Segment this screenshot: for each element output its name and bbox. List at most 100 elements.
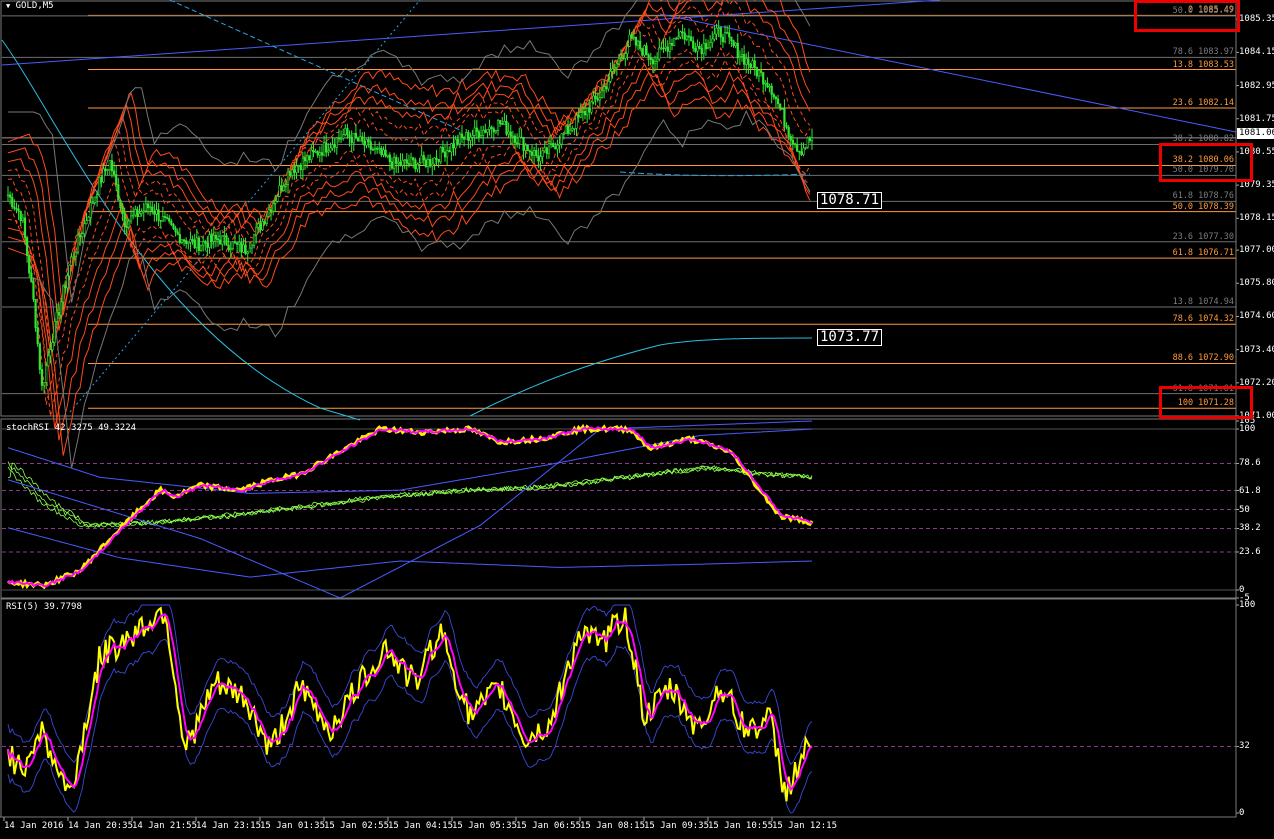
- candle-body: [596, 98, 599, 101]
- candle-body: [361, 136, 364, 142]
- candle-body: [81, 233, 84, 237]
- candle-body: [499, 120, 502, 124]
- candle-body: [656, 58, 659, 62]
- candle-body: [348, 134, 351, 138]
- candle-body: [435, 157, 438, 160]
- candle-body: [342, 134, 345, 139]
- candle-body: [503, 121, 506, 125]
- price-box-upper[interactable]: 1078.71: [817, 192, 883, 209]
- candle-body: [505, 121, 508, 135]
- stoch-signal-line: [7, 423, 814, 590]
- candle-body: [660, 47, 663, 50]
- candle-body: [303, 157, 307, 162]
- candle-body: [664, 46, 667, 49]
- candle-body: [484, 129, 487, 133]
- candle-body: [280, 185, 283, 191]
- x-tick-label: 15 Jan 09:35: [644, 821, 710, 831]
- candle-body: [233, 241, 237, 244]
- candle-body: [681, 31, 684, 34]
- candle-body: [195, 237, 198, 248]
- candle-body: [641, 48, 644, 56]
- candle-body: [776, 98, 780, 105]
- candle-body: [123, 212, 126, 228]
- ma-line: [469, 337, 813, 417]
- fib-label: 50.0 1078.39: [1172, 201, 1234, 212]
- candle-body: [751, 60, 754, 68]
- candle-body: [129, 215, 133, 222]
- rsi-band-line: [7, 604, 813, 766]
- candle-body: [187, 242, 190, 244]
- candle-body: [747, 58, 750, 65]
- y-tick-label: 61.8: [1239, 485, 1261, 496]
- triangle-down-icon[interactable]: ▼: [6, 2, 10, 10]
- candle-body: [426, 159, 430, 168]
- candle-body: [367, 139, 370, 142]
- y-tick-label: 78.6: [1239, 458, 1261, 469]
- candle-body: [180, 239, 184, 244]
- candle-body: [51, 342, 54, 350]
- candle-body: [757, 70, 761, 77]
- candle-body: [320, 152, 324, 156]
- candle-body: [441, 147, 444, 153]
- candle-body: [390, 161, 394, 169]
- candle-body: [204, 241, 207, 244]
- candle-body: [460, 133, 464, 138]
- bollinger-band: [8, 0, 811, 303]
- candle-body: [740, 54, 744, 57]
- candle-body: [45, 365, 48, 383]
- candle-body: [658, 47, 661, 60]
- candle-body: [467, 132, 470, 141]
- candle-body: [30, 272, 33, 283]
- candle-body: [477, 131, 481, 138]
- candle-body: [257, 223, 260, 228]
- y-tick-label: 1075.80: [1239, 278, 1274, 289]
- candle-body: [17, 208, 20, 212]
- candle-body: [409, 157, 413, 165]
- candle-body: [267, 209, 271, 217]
- candle-body: [634, 36, 638, 46]
- candle-body: [507, 131, 510, 135]
- candle-body: [698, 46, 701, 49]
- candle-body: [100, 176, 103, 183]
- candle-body: [68, 264, 71, 277]
- candle-body: [174, 228, 177, 233]
- fib-lines: [2, 14, 1236, 409]
- candle-body: [316, 151, 319, 156]
- candle-body: [736, 42, 739, 59]
- candle-body: [450, 143, 453, 153]
- candle-body: [577, 115, 580, 118]
- candle-body: [632, 36, 635, 39]
- candle-body: [335, 137, 338, 148]
- candle-body: [624, 53, 627, 59]
- candle-body: [615, 63, 618, 69]
- candle-body: [295, 165, 298, 173]
- candle-body: [543, 147, 546, 152]
- candle-body: [248, 247, 251, 253]
- candle-body: [475, 127, 478, 132]
- candle-body: [791, 139, 795, 144]
- candle-body: [600, 90, 604, 98]
- price-box-lower[interactable]: 1073.77: [817, 329, 883, 346]
- candle-body: [518, 136, 521, 144]
- candle-body: [153, 211, 156, 215]
- candle-body: [125, 226, 128, 229]
- candle-body: [702, 43, 705, 55]
- candle-body: [745, 58, 748, 65]
- fib-label: 78.6 1074.32: [1172, 314, 1234, 325]
- candle-body: [57, 311, 61, 316]
- candle-body: [685, 35, 688, 40]
- rsi-main-line: [7, 606, 813, 802]
- candle-body: [250, 245, 254, 249]
- x-tick-label: 14 Jan 23:15: [196, 821, 262, 831]
- candle-body: [170, 220, 173, 225]
- candle-body: [212, 234, 215, 242]
- chart-canvas[interactable]: [0, 0, 1274, 839]
- candle-body: [772, 94, 775, 98]
- candle-body: [104, 168, 107, 171]
- candle-body: [556, 144, 559, 150]
- x-tick-label: 15 Jan 08:15: [580, 821, 646, 831]
- candle-body: [704, 43, 708, 50]
- candle-body: [405, 159, 408, 164]
- candle-body: [297, 165, 300, 167]
- candle-body: [197, 237, 201, 251]
